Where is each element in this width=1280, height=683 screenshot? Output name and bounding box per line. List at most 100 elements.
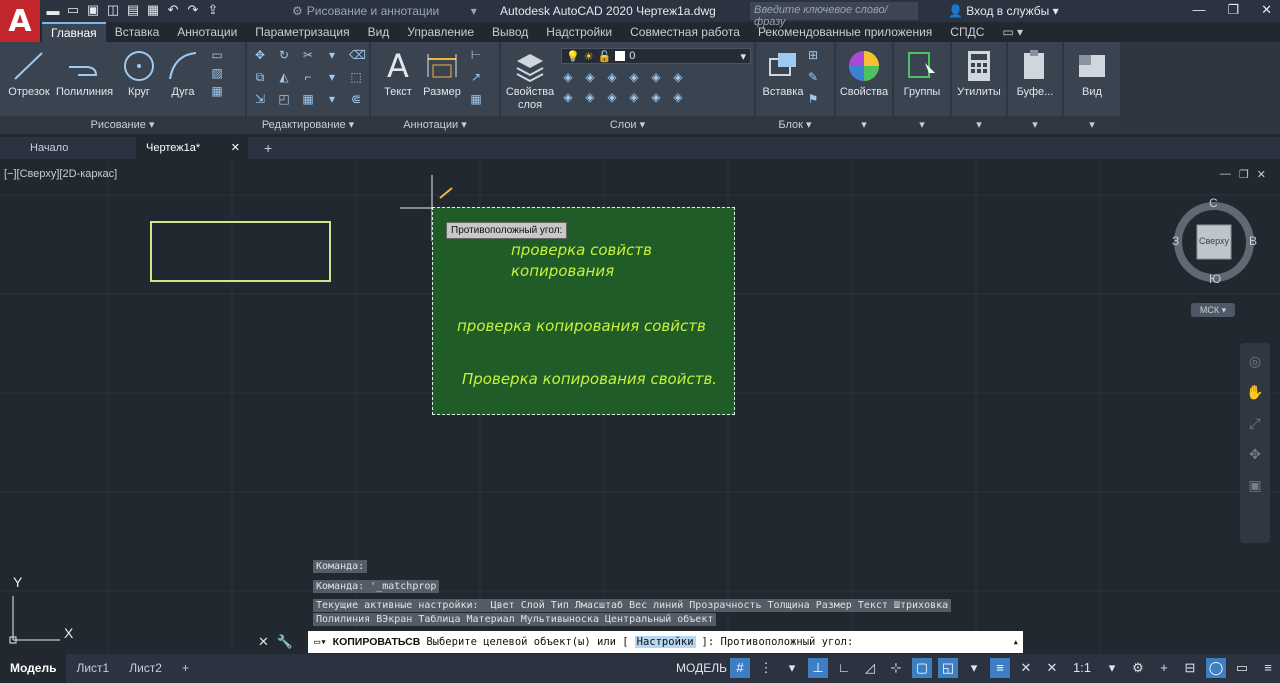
gear-icon[interactable]: ⚙ (1128, 658, 1148, 678)
sign-in-button[interactable]: 👤 Вход в службы ▾ (948, 4, 1059, 18)
rectangle-object[interactable] (150, 221, 331, 282)
clipboard-button[interactable]: Буфе... (1008, 46, 1062, 98)
fillet-icon[interactable]: ⌐ (301, 70, 315, 84)
layer-tool-icon[interactable]: ◈ (627, 70, 641, 84)
layout-tab-sheet1[interactable]: Лист1 (66, 654, 119, 683)
pan-icon[interactable]: ✋ (1246, 384, 1263, 401)
move-icon[interactable]: ✥ (253, 48, 267, 62)
compass-south[interactable]: Ю (1209, 272, 1221, 286)
restore-icon[interactable]: ❐ (1227, 2, 1239, 18)
table-icon[interactable]: ▦ (469, 92, 483, 106)
snap-icon[interactable]: ⋮ (756, 658, 776, 678)
layer-tool-icon[interactable]: ◈ (605, 90, 619, 104)
clipboard-expand[interactable]: ▾ (1008, 116, 1062, 134)
open-file-icon[interactable]: ▭ (66, 2, 80, 18)
tab-ribbon-3[interactable]: Параметризация (246, 22, 358, 42)
annotation-panel-title[interactable]: Аннотации ▾ (371, 116, 499, 134)
leader-icon[interactable]: ↗ (469, 70, 483, 84)
undo-icon[interactable]: ↶ (166, 2, 180, 18)
attribute-icon[interactable]: ⚑ (806, 92, 820, 106)
draw-panel-title[interactable]: Рисование ▾ (0, 116, 245, 134)
chevron-down-icon[interactable]: ▾ (782, 658, 802, 678)
tab-ribbon-10[interactable]: СПДС (941, 22, 993, 42)
wrench-icon[interactable]: 🔧 (277, 634, 293, 650)
compass-west[interactable]: З (1172, 234, 1179, 248)
drawing-canvas[interactable]: [−][Сверху][2D-каркас] — ❐ ✕ проверка со… (0, 160, 1280, 654)
open-web-icon[interactable]: ▤ (126, 2, 140, 18)
model-space-toggle[interactable]: МОДЕЛЬ (676, 661, 727, 675)
object-tracking-icon[interactable]: ⊹ (886, 658, 906, 678)
close-icon[interactable]: ✕ (1257, 168, 1266, 181)
layer-tool-icon[interactable]: ◈ (561, 70, 575, 84)
layer-tool-icon[interactable]: ◈ (671, 90, 685, 104)
tab-ribbon-9[interactable]: Рекомендованные приложения (749, 22, 941, 42)
compass-north[interactable]: С (1209, 196, 1218, 210)
layer-tool-icon[interactable]: ◈ (583, 70, 597, 84)
close-icon[interactable]: ✕ (231, 137, 240, 159)
tab-ribbon-6[interactable]: Вывод (483, 22, 537, 42)
osnap-icon[interactable]: ▢ (912, 658, 932, 678)
steering-wheel-icon[interactable]: ◎ (1249, 353, 1261, 370)
ucs-dropdown[interactable]: МСК ▾ (1191, 303, 1235, 317)
modify-panel-title[interactable]: Редактирование ▾ (247, 116, 369, 134)
text-object[interactable]: проверка копирования совйств (457, 317, 706, 335)
close-icon[interactable]: ✕ (258, 634, 269, 650)
layer-dropdown[interactable]: 💡 ☀ 🔓 0 ▾ (561, 48, 751, 64)
layer-tool-icon[interactable]: ◈ (627, 90, 641, 104)
view-button[interactable]: Вид (1065, 46, 1119, 98)
command-option-settings[interactable]: Настройки (634, 635, 696, 648)
share-icon[interactable]: ⇪ (206, 2, 220, 18)
offset-icon[interactable]: ⋐ (349, 92, 363, 106)
new-tab-button[interactable]: + (254, 137, 282, 159)
annotation-scale-icon[interactable]: ✕ (1016, 658, 1036, 678)
isodraft-icon[interactable]: ◿ (860, 658, 880, 678)
scale-readout[interactable]: 1:1 (1068, 658, 1096, 678)
layout-tab-model[interactable]: Модель (0, 654, 67, 683)
array-icon[interactable]: ▦ (301, 92, 315, 106)
redo-icon[interactable]: ↷ (186, 2, 200, 18)
clipboard-panel[interactable]: Буфе... ▾ (1008, 42, 1062, 134)
edit-block-icon[interactable]: ✎ (806, 70, 820, 84)
tab-drawing[interactable]: Чертеж1a* ✕ (136, 137, 248, 159)
view-panel[interactable]: Вид ▾ (1064, 42, 1120, 134)
region-icon[interactable]: ▦ (210, 84, 224, 98)
lineweight-icon[interactable]: ≡ (990, 658, 1010, 678)
dynamic-input-icon[interactable]: ◱ (938, 658, 958, 678)
groups-button[interactable]: Группы (895, 46, 949, 98)
grid-icon[interactable]: # (730, 658, 750, 678)
stretch-icon[interactable]: ⇲ (253, 92, 267, 106)
layers-panel-title[interactable]: Слои ▾ (501, 116, 754, 134)
utilities-button[interactable]: Утилиты (952, 46, 1006, 98)
search-input[interactable]: Введите ключевое слово/фразу (750, 2, 918, 28)
viewcube[interactable]: С Ю З В Сверху (1172, 196, 1257, 286)
chevron-down-icon[interactable]: ▾ (325, 70, 339, 84)
groups-expand[interactable]: ▾ (894, 116, 950, 134)
chevron-up-icon[interactable]: ▴ (1013, 636, 1023, 648)
minimize-icon[interactable]: — (1220, 168, 1231, 181)
add-layout-button[interactable]: + (172, 654, 199, 683)
properties-panel[interactable]: Свойства ▾ (836, 42, 892, 134)
minimize-icon[interactable]: — (1192, 2, 1205, 18)
ribbon-extra-options-button[interactable]: ▭ ▾ (993, 22, 1032, 42)
layer-tool-icon[interactable]: ◈ (671, 70, 685, 84)
tab-ribbon-4[interactable]: Вид (359, 22, 399, 42)
tab-ribbon-2[interactable]: Аннотации (168, 22, 246, 42)
arc-button[interactable]: Дуга (156, 46, 210, 98)
line-button[interactable]: Отрезок (2, 46, 56, 98)
viewport-controls-label[interactable]: [−][Сверху][2D-каркас] (4, 168, 117, 180)
trim-icon[interactable]: ✂ (301, 48, 315, 62)
chevron-down-icon[interactable]: ▾ (325, 48, 339, 62)
utilities-expand[interactable]: ▾ (952, 116, 1006, 134)
layout-tab-sheet2[interactable]: Лист2 (119, 654, 172, 683)
explode-icon[interactable]: ⬚ (349, 70, 363, 84)
hardware-acceleration-icon[interactable]: ◯ (1206, 658, 1226, 678)
linear-dim-icon[interactable]: ⊢ (469, 48, 483, 62)
layer-properties-button[interactable]: Свойства слоя (503, 46, 557, 112)
annotation-visibility-icon[interactable]: ✕ (1042, 658, 1062, 678)
text-object[interactable]: проверка совйств копирования (511, 240, 652, 282)
compass-east[interactable]: В (1249, 234, 1257, 248)
hatch-icon[interactable]: ▨ (210, 66, 224, 80)
text-object[interactable]: Проверка копирования свойств. (462, 370, 717, 388)
tab-ribbon-5[interactable]: Управление (398, 22, 483, 42)
tab-ribbon-7[interactable]: Надстройки (537, 22, 621, 42)
